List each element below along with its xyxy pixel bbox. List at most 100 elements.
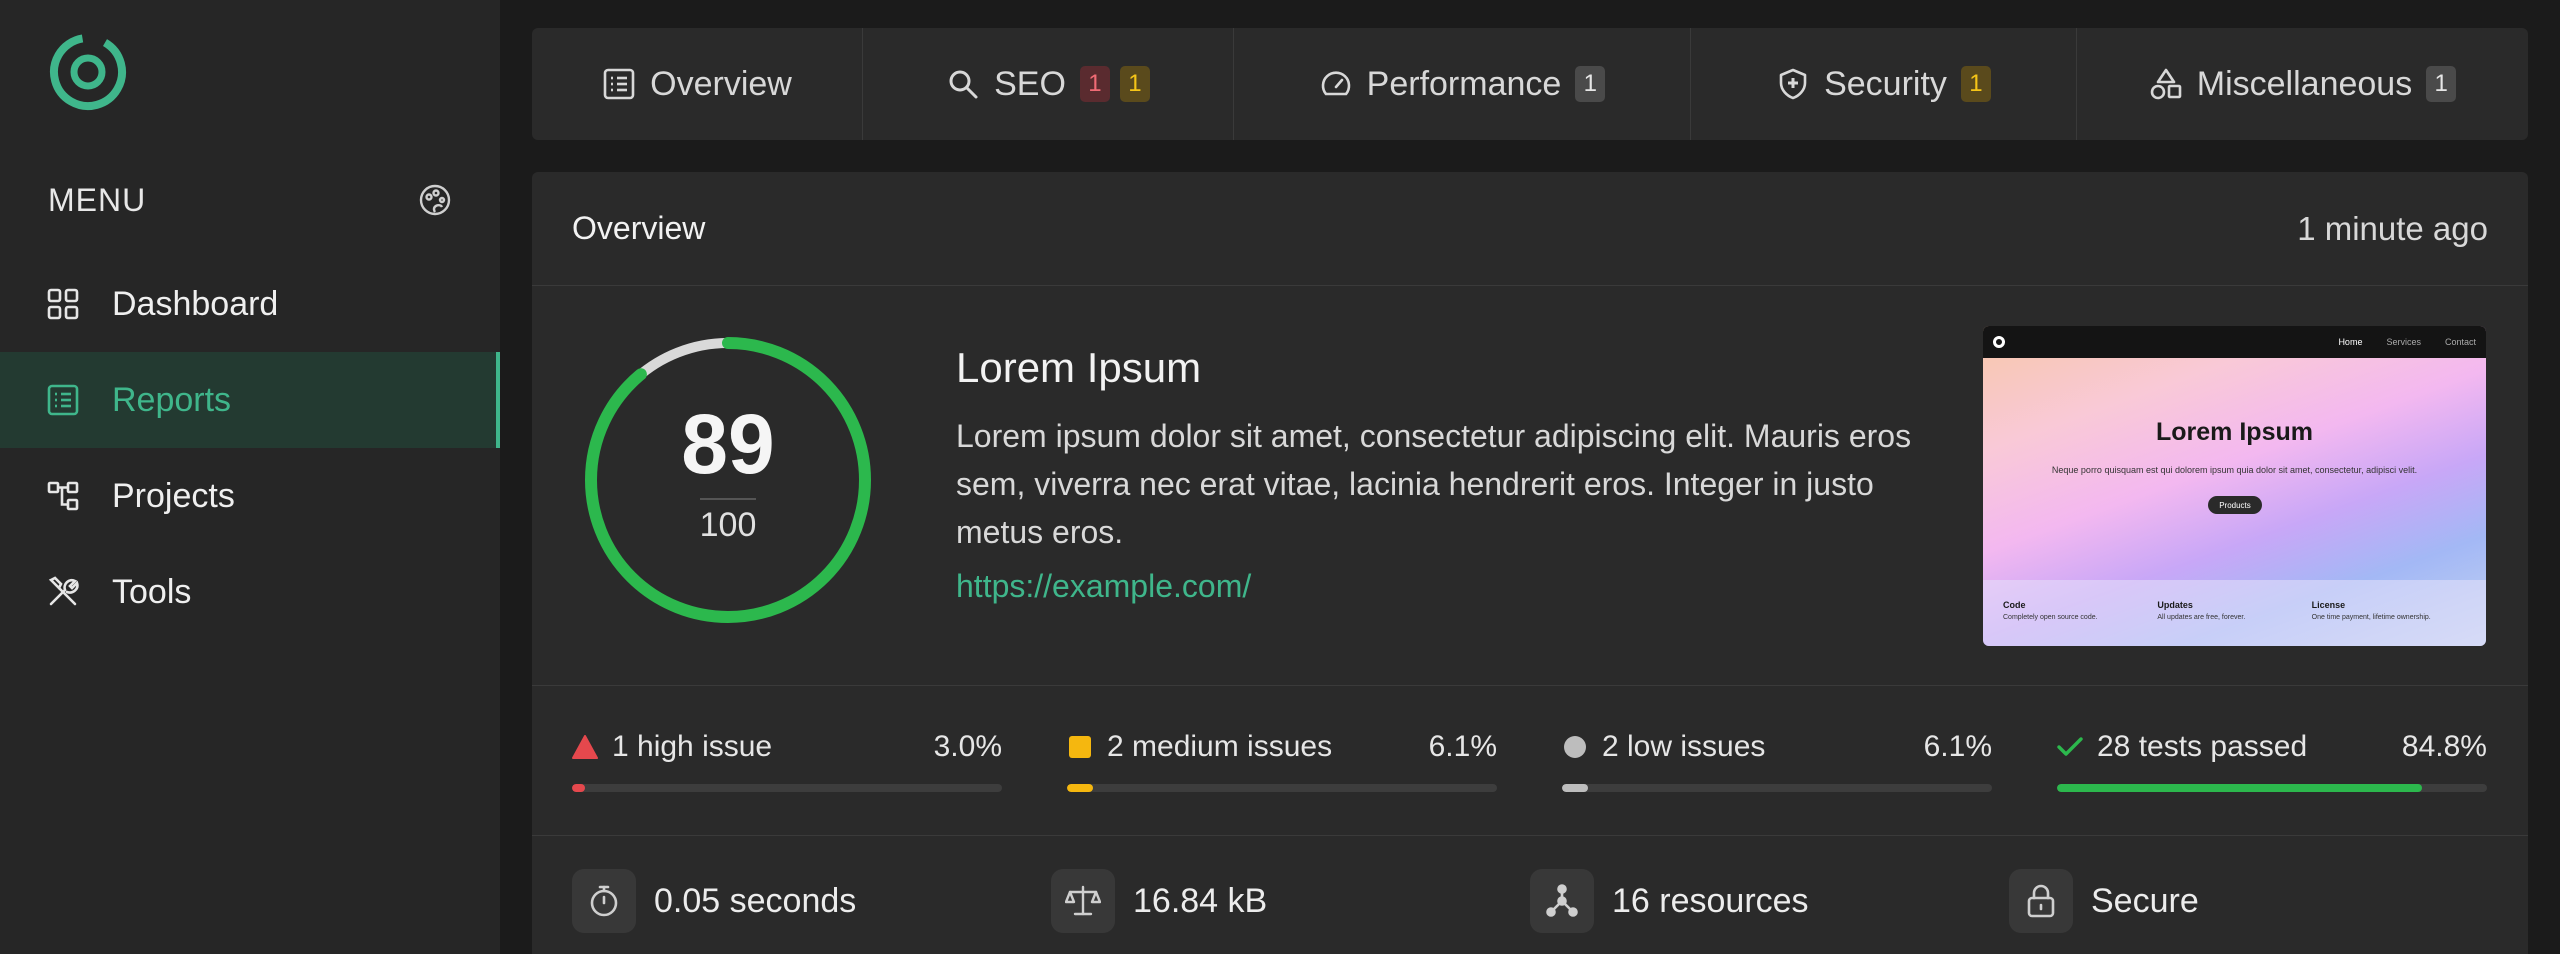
stat-label: Secure	[2091, 881, 2199, 920]
sidebar-item-label: Projects	[112, 476, 235, 515]
logo-icon[interactable]	[46, 30, 130, 114]
score-divider	[700, 498, 756, 500]
issue-progress-bar	[572, 784, 1002, 792]
tab-overview[interactable]: Overview	[532, 28, 863, 140]
preview-subtitle: Neque porro quisquam est qui dolorem ips…	[2051, 465, 2418, 475]
stat-page-size: 16.84 kB	[1051, 869, 1530, 933]
preview-footer-text: Completely open source code.	[2003, 614, 2098, 621]
stat-load-time: 0.05 seconds	[572, 869, 1051, 933]
list-icon	[46, 383, 80, 417]
issue-low[interactable]: 2 low issues 6.1%	[1562, 686, 1992, 835]
issue-summary: 1 high issue 3.0% 2 medium issues 6.1% 2…	[532, 686, 2528, 836]
preview-navbar: Home Services Contact	[1983, 326, 2486, 358]
tab-security[interactable]: Security 1	[1691, 28, 2077, 140]
tab-label: SEO	[994, 64, 1066, 103]
issue-count-badge: 1	[1119, 66, 1150, 102]
preview-footer-heading: License	[2311, 600, 2346, 610]
menu-title: MENU	[48, 181, 147, 218]
issue-count-badge: 1	[1960, 66, 1991, 102]
issue-progress-fill	[1562, 784, 1589, 792]
sidebar-item-label: Tools	[112, 572, 192, 611]
issue-progress-bar	[1562, 784, 1992, 792]
grid-icon	[46, 287, 80, 321]
issue-progress-fill	[1067, 784, 1094, 792]
overview-panel: Overview 1 minute ago 89 100 Lorem Ipsum…	[532, 172, 2528, 954]
palette-icon[interactable]	[416, 181, 454, 219]
issue-percent: 3.0%	[933, 730, 1002, 763]
preview-nav-link: Services	[2386, 337, 2421, 347]
preview-footer-heading: Updates	[2157, 600, 2193, 610]
stat-security: Secure	[2009, 869, 2488, 933]
preview-footer-text: One time payment, lifetime ownership.	[2311, 614, 2431, 621]
stats-row: 0.05 seconds 16.84 kB 16 resources Secur…	[532, 836, 2528, 954]
site-title: Lorem Ipsum	[956, 344, 1202, 391]
issue-count-badge: 1	[2426, 66, 2457, 102]
search-icon	[946, 67, 980, 101]
site-url-link[interactable]: https://example.com/	[956, 568, 1251, 605]
sidebar-item-reports[interactable]: Reports	[0, 352, 500, 448]
preview-nav-links: Home Services Contact	[2338, 337, 2476, 347]
site-description: Lorem ipsum dolor sit amet, consectetur …	[956, 418, 1912, 550]
tab-performance[interactable]: Performance 1	[1234, 28, 1691, 140]
issue-progress-bar	[2057, 784, 2487, 792]
sidebar-item-label: Dashboard	[112, 284, 279, 323]
scale-icon	[1051, 869, 1115, 933]
square-icon	[1067, 734, 1093, 760]
sidebar-nav: Dashboard Reports Projects Tools	[0, 256, 500, 640]
panel-title: Overview	[572, 210, 706, 246]
panel-header: Overview 1 minute ago	[532, 172, 2528, 286]
overview-section: 89 100 Lorem Ipsum Lorem ipsum dolor sit…	[532, 286, 2528, 686]
shield-icon	[1776, 67, 1810, 101]
issue-progress-fill	[572, 784, 585, 792]
issue-count-badge: 1	[1079, 66, 1110, 102]
tab-miscellaneous[interactable]: Miscellaneous 1	[2077, 28, 2528, 140]
triangle-icon	[572, 734, 598, 760]
score-max: 100	[699, 506, 757, 544]
tab-seo[interactable]: SEO 1 1	[863, 28, 1234, 140]
circle-icon	[1562, 734, 1588, 760]
timestamp: 1 minute ago	[2297, 209, 2488, 247]
report-icon	[602, 67, 636, 101]
preview-nav-link: Contact	[2444, 337, 2476, 347]
issue-percent: 6.1%	[1923, 730, 1992, 763]
tools-icon	[46, 575, 80, 609]
menu-header: MENU	[48, 176, 454, 224]
sidebar-item-projects[interactable]: Projects	[0, 448, 500, 544]
stat-label: 16.84 kB	[1133, 881, 1268, 920]
preview-footer-col: Code Completely open source code.	[2003, 600, 2157, 626]
preview-title: Lorem Ipsum	[2156, 418, 2313, 446]
check-icon	[2057, 734, 2083, 760]
lock-icon	[2009, 869, 2073, 933]
preview-footer-col: License One time payment, lifetime owner…	[2312, 600, 2466, 626]
sidebar-item-dashboard[interactable]: Dashboard	[0, 256, 500, 352]
tab-label: Performance	[1366, 64, 1562, 103]
stat-label: 0.05 seconds	[654, 881, 857, 920]
issue-passed[interactable]: 28 tests passed 84.8%	[2057, 686, 2487, 835]
report-tabs: Overview SEO 1 1 Performance 1 Security …	[532, 28, 2528, 140]
site-preview-thumbnail[interactable]: Home Services Contact Lorem Ipsum Neque …	[1983, 326, 2486, 646]
stat-resources: 16 resources	[1530, 869, 2009, 933]
issue-medium[interactable]: 2 medium issues 6.1%	[1067, 686, 1497, 835]
preview-footer-heading: Code	[2003, 600, 2026, 610]
issue-label: 28 tests passed	[2097, 730, 2308, 763]
sidebar-item-tools[interactable]: Tools	[0, 544, 500, 640]
timer-icon	[572, 869, 636, 933]
preview-footer: Code Completely open source code. Update…	[1983, 580, 2486, 646]
shapes-icon	[2149, 67, 2183, 101]
sidebar-item-label: Reports	[112, 380, 232, 419]
preview-button: Products	[2208, 496, 2262, 514]
issue-high[interactable]: 1 high issue 3.0%	[572, 686, 1002, 835]
issue-progress-bar	[1067, 784, 1497, 792]
preview-footer-col: Updates All updates are free, forever.	[2157, 600, 2311, 626]
preview-nav-link: Home	[2338, 337, 2363, 347]
issue-count-badge: 1	[1575, 66, 1606, 102]
nodes-icon	[1530, 869, 1594, 933]
sidebar: MENU Dashboard Reports Projects Tools	[0, 0, 500, 954]
tab-label: Security	[1824, 64, 1947, 103]
preview-logo-icon	[1993, 336, 2005, 348]
speedometer-icon	[1319, 67, 1353, 101]
issue-label: 2 low issues	[1602, 730, 1766, 763]
score-value: 89	[681, 397, 775, 491]
preview-footer-text: All updates are free, forever.	[2157, 614, 2246, 621]
issue-progress-fill	[2057, 784, 2422, 792]
